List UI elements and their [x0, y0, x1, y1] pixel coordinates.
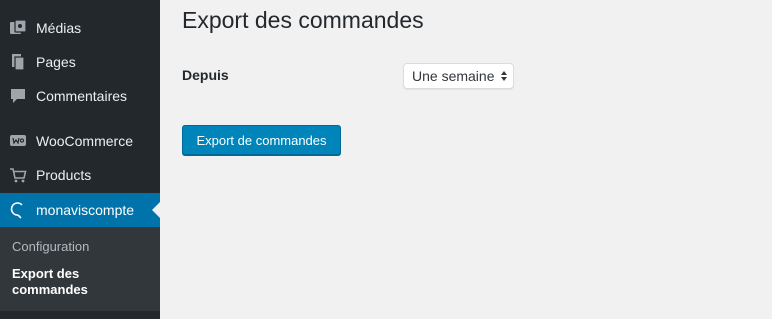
- sidebar-submenu: Configuration Export des commandes: [0, 227, 160, 311]
- since-label: Depuis: [182, 67, 229, 83]
- sidebar-item-label: Pages: [36, 54, 76, 70]
- submenu-item-configuration[interactable]: Configuration: [12, 239, 89, 255]
- sidebar-item-monaviscompte[interactable]: monaviscompte: [0, 193, 160, 227]
- comments-icon: [0, 87, 36, 105]
- sidebar-item-label: Products: [36, 167, 92, 183]
- submenu-item-export-commandes[interactable]: Export des commandes: [12, 266, 142, 298]
- since-select[interactable]: Une semaine: [403, 63, 514, 89]
- sidebar-item-label: WooCommerce: [36, 133, 133, 149]
- sidebar-item-label: monaviscompte: [36, 202, 135, 218]
- page-title: Export des commandes: [182, 7, 424, 33]
- partial-menu-icon: [0, 0, 160, 6]
- sidebar-item-label: Médias: [36, 20, 82, 36]
- woocommerce-icon: [0, 132, 36, 150]
- select-arrows-icon: [501, 71, 507, 81]
- sidebar-item-medias[interactable]: Médias: [0, 11, 160, 45]
- main-content: Export des commandes Depuis Une semaine …: [160, 0, 772, 319]
- monaviscompte-icon: [0, 201, 36, 219]
- sidebar-item-commentaires[interactable]: Commentaires: [0, 79, 160, 113]
- sidebar-bottom: [0, 311, 160, 319]
- cart-icon: [0, 166, 36, 184]
- export-button[interactable]: Export de commandes: [182, 125, 341, 155]
- media-icon: [0, 19, 36, 37]
- sidebar-item-pages[interactable]: Pages: [0, 45, 160, 79]
- sidebar-item-products[interactable]: Products: [0, 158, 160, 192]
- sidebar-item-label: Commentaires: [36, 88, 128, 104]
- sidebar-item-woocommerce[interactable]: WooCommerce: [0, 124, 160, 158]
- pages-icon: [0, 53, 36, 71]
- since-select-value: Une semaine: [412, 68, 495, 84]
- admin-sidebar: Médias Pages Commentaires WooCommerce Pr…: [0, 0, 160, 319]
